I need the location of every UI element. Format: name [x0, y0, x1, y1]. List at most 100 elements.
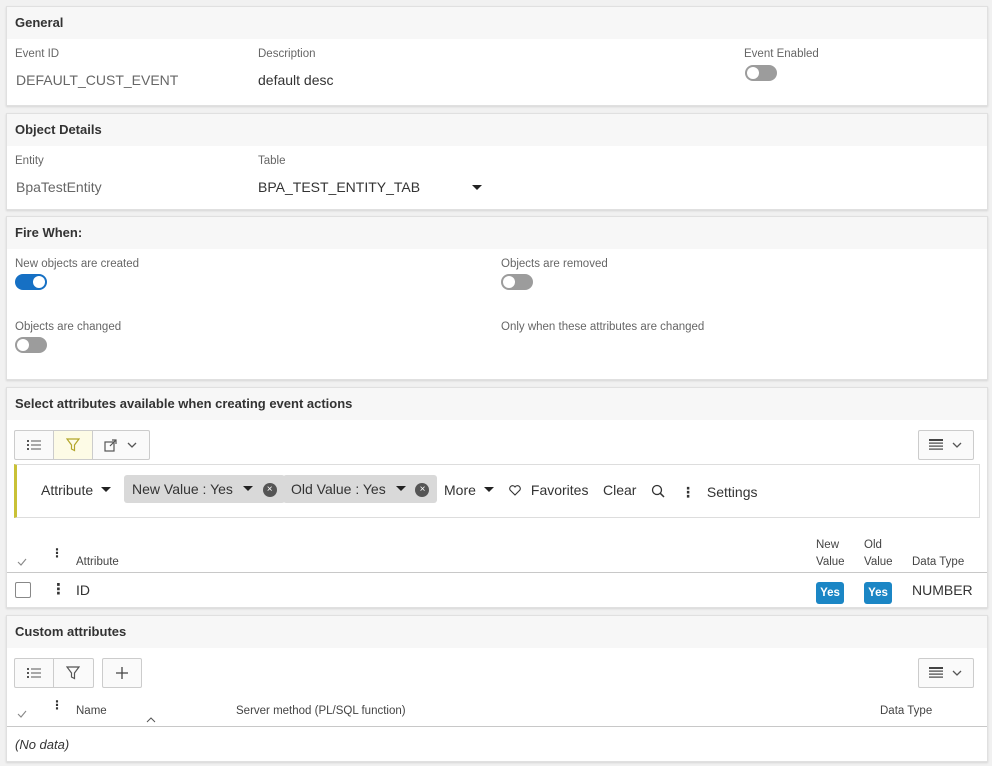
heart-icon: [509, 485, 521, 496]
clear-button[interactable]: Clear: [603, 482, 636, 498]
filter-button[interactable]: [54, 659, 92, 687]
filter-icon: [66, 666, 80, 680]
created-toggle[interactable]: [15, 274, 47, 290]
kebab-icon: ⋮: [681, 484, 695, 500]
changed-toggle[interactable]: [15, 337, 47, 353]
filter-button[interactable]: [54, 431, 93, 459]
only-when-label: Only when these attributes are changed: [501, 321, 705, 333]
sort-ascending-icon: [146, 717, 156, 723]
event-id-label: Event ID: [15, 48, 60, 60]
chevron-down-icon: [483, 487, 494, 493]
attributes-header: Select attributes available when creatin…: [7, 388, 987, 420]
column-header-data-type[interactable]: Data Type: [880, 703, 932, 720]
general-panel: General Event ID DEFAULT_CUST_EVENT Desc…: [6, 6, 988, 106]
row-menu-kebab-icon[interactable]: ⋮: [51, 580, 66, 598]
event-enabled-toggle[interactable]: [745, 65, 777, 81]
fire-when-panel: Fire When: New objects are created Objec…: [6, 216, 988, 380]
changed-label: Objects are changed: [15, 321, 122, 333]
chevron-down-icon: [242, 486, 253, 492]
event-enabled-label: Event Enabled: [744, 48, 819, 60]
chevron-down-icon: [952, 670, 962, 676]
table-row[interactable]: ⋮ ID Yes Yes NUMBER: [7, 573, 987, 607]
new-value-badge: Yes: [816, 582, 844, 604]
attributes-table-header: ⋮ Attribute New Value Old Value Data Typ…: [7, 532, 987, 573]
description-value[interactable]: default desc: [258, 72, 334, 88]
plus-icon: [116, 667, 128, 679]
list-view-button[interactable]: [15, 431, 54, 459]
table-icon: [929, 667, 943, 678]
list-icon: [27, 668, 41, 678]
column-header-data-type[interactable]: Data Type: [912, 554, 964, 571]
attribute-filter[interactable]: Attribute: [41, 482, 112, 498]
chevron-down-icon: [101, 487, 112, 493]
favorites-button[interactable]: Favorites: [509, 482, 588, 498]
attributes-toolbar: [14, 430, 150, 460]
list-icon: [27, 440, 41, 450]
row-checkbox[interactable]: [15, 582, 31, 598]
kebab-icon[interactable]: ⋮: [51, 698, 63, 712]
object-details-header: Object Details: [7, 114, 987, 146]
custom-attributes-header: Custom attributes: [7, 616, 987, 648]
removed-label: Objects are removed: [501, 258, 608, 270]
column-header-server-method[interactable]: Server method (PL/SQL function): [236, 703, 406, 720]
table-label: Table: [258, 155, 286, 167]
column-header-old-value[interactable]: Old Value: [864, 537, 893, 571]
chevron-down-icon: [952, 442, 962, 448]
remove-filter-icon[interactable]: ×: [415, 483, 430, 498]
table-value: BPA_TEST_ENTITY_TAB: [258, 179, 421, 195]
check-icon[interactable]: [17, 710, 27, 718]
new-value-header-line1: New: [816, 539, 840, 551]
check-icon[interactable]: [17, 558, 27, 566]
chevron-down-icon: [127, 442, 137, 448]
new-value-chip-label: New Value : Yes: [132, 481, 233, 497]
export-button[interactable]: [93, 431, 149, 459]
attributes-panel: Select attributes available when creatin…: [6, 387, 988, 608]
more-filter[interactable]: More: [444, 482, 494, 498]
removed-toggle[interactable]: [501, 274, 533, 290]
chevron-down-icon: [472, 185, 482, 190]
old-value-filter-chip[interactable]: Old Value : Yes ×: [283, 475, 438, 503]
new-value-header-line2: Value: [816, 556, 845, 568]
new-value-filter-chip[interactable]: New Value : Yes ×: [124, 475, 285, 503]
fire-when-header: Fire When:: [7, 217, 987, 249]
column-header-new-value[interactable]: New Value: [816, 537, 845, 571]
entity-label: Entity: [15, 155, 44, 167]
custom-table-header: ⋮ Name Server method (PL/SQL function) D…: [7, 695, 987, 727]
column-settings-button[interactable]: [918, 658, 974, 688]
chevron-down-icon: [395, 486, 406, 492]
filter-bar: Attribute New Value : Yes × Old Value : …: [14, 464, 980, 518]
filter-icon: [66, 438, 80, 452]
table-select[interactable]: BPA_TEST_ENTITY_TAB: [258, 179, 484, 195]
table-icon: [929, 439, 943, 450]
custom-attributes-panel: Custom attributes ⋮ Name Server method (…: [6, 615, 988, 762]
settings-button[interactable]: ⋮ Settings: [681, 484, 757, 501]
favorites-label: Favorites: [530, 482, 589, 498]
old-value-chip-label: Old Value : Yes: [291, 481, 386, 497]
more-label: More: [444, 482, 476, 498]
general-header: General: [7, 7, 987, 39]
description-label: Description: [258, 48, 316, 60]
clear-label: Clear: [603, 482, 637, 498]
kebab-icon[interactable]: ⋮: [51, 546, 63, 560]
column-header-attribute[interactable]: Attribute: [76, 554, 119, 571]
settings-label: Settings: [706, 484, 758, 500]
old-value-header-line1: Old: [864, 539, 882, 551]
custom-toolbar: [14, 658, 94, 688]
row-data-type: NUMBER: [912, 582, 973, 598]
created-label: New objects are created: [15, 258, 140, 270]
no-data-text: (No data): [15, 737, 70, 752]
object-details-panel: Object Details Entity BpaTestEntity Tabl…: [6, 113, 988, 210]
list-view-button[interactable]: [15, 659, 54, 687]
event-id-value: DEFAULT_CUST_EVENT: [16, 72, 179, 88]
search-button[interactable]: [651, 484, 665, 501]
entity-value: BpaTestEntity: [16, 179, 102, 195]
attribute-filter-label: Attribute: [41, 482, 94, 498]
column-header-name[interactable]: Name: [76, 703, 107, 720]
add-button[interactable]: [102, 658, 142, 688]
old-value-header-line2: Value: [864, 556, 893, 568]
column-settings-button[interactable]: [918, 430, 974, 460]
export-icon: [104, 439, 117, 452]
row-attribute: ID: [76, 582, 90, 598]
search-icon: [651, 484, 665, 498]
remove-filter-icon[interactable]: ×: [262, 483, 277, 498]
